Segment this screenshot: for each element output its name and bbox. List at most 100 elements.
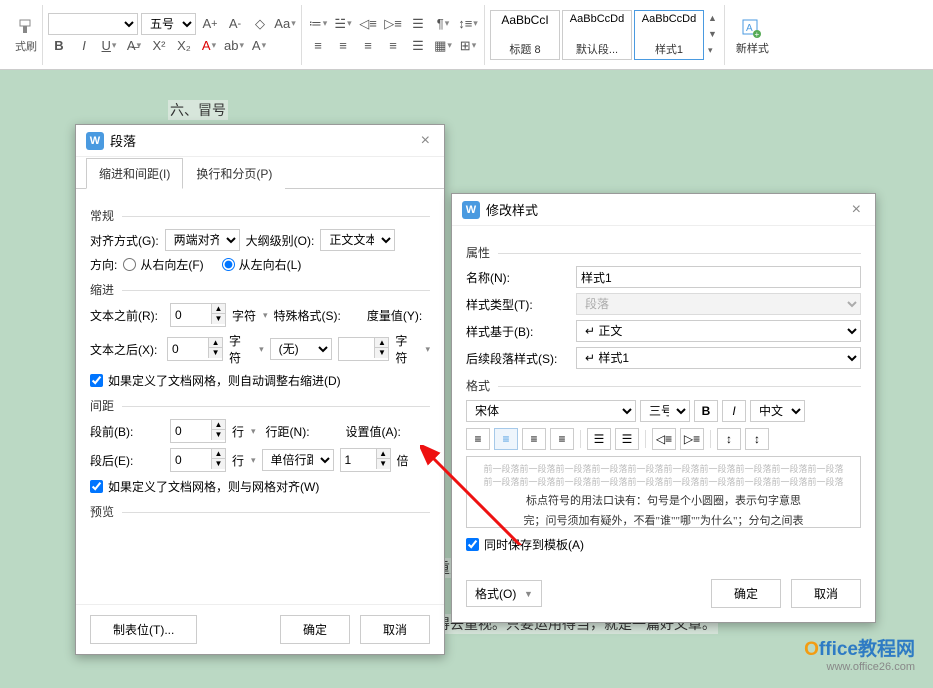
shading-icon[interactable]: ▦▾ xyxy=(432,35,454,57)
strike-icon[interactable]: A̶▾ xyxy=(123,35,145,57)
distribute-icon[interactable]: ☰ xyxy=(407,35,429,57)
align-center-icon[interactable]: ≡ xyxy=(332,35,354,57)
alignment-select[interactable]: 两端对齐 xyxy=(165,229,240,251)
format-painter-label: 式刷 xyxy=(15,38,37,54)
bullets-icon[interactable]: ≔▾ xyxy=(307,13,329,35)
char-border-icon[interactable]: A▾ xyxy=(248,35,270,57)
numbering-icon[interactable]: ☱▾ xyxy=(332,13,354,35)
style-preview-box: 前一段落前一段落前一段落前一段落前一段落前一段落前一段落前一段落前一段落前一段落… xyxy=(466,456,861,528)
direction-ltr-radio[interactable]: 从左向右(L) xyxy=(222,256,302,273)
increase-indent-icon[interactable]: ▷≡ xyxy=(382,13,404,35)
superscript-icon[interactable]: X² xyxy=(148,35,170,57)
italic-icon[interactable]: I xyxy=(73,35,95,57)
tab-line-page[interactable]: 换行和分页(P) xyxy=(183,158,285,189)
line-spacing-icon[interactable]: ↕≡▾ xyxy=(457,13,479,35)
indent-left-button[interactable]: ◁≡ xyxy=(652,428,676,450)
outline-label: 大纲级别(O): xyxy=(246,232,315,249)
style-type-select: 段落 xyxy=(576,293,861,315)
special-format-select[interactable]: (无) xyxy=(270,338,333,360)
underline-icon[interactable]: U▾ xyxy=(98,35,120,57)
align-left-button[interactable]: ≡ xyxy=(466,428,490,450)
format-dropdown-button[interactable]: 格式(O) ▼ xyxy=(466,580,542,607)
clear-format-icon[interactable]: ◇ xyxy=(249,13,271,35)
style-item-style1[interactable]: AaBbCcDd 样式1 xyxy=(634,10,704,60)
font-color-icon[interactable]: A▾ xyxy=(198,35,220,57)
tabs-button[interactable]: 制表位(T)... xyxy=(90,615,197,644)
indent-grid-checkbox[interactable] xyxy=(90,374,103,387)
spacing-grid-checkbox[interactable] xyxy=(90,480,103,493)
spacing-grid-label: 如果定义了文档网格，则与网格对齐(W) xyxy=(108,478,319,495)
para-spacing-inc-button[interactable]: ↕ xyxy=(717,428,741,450)
align-right-button[interactable]: ≡ xyxy=(522,428,546,450)
align-right-icon[interactable]: ≡ xyxy=(357,35,379,57)
indent-right-button[interactable]: ▷≡ xyxy=(680,428,704,450)
font-name-select[interactable]: 宋体 xyxy=(466,400,636,422)
based-on-label: 样式基于(B): xyxy=(466,323,576,340)
dialog-titlebar[interactable]: W 修改样式 × xyxy=(452,194,875,226)
line-spacing-label: 行距(N): xyxy=(266,423,310,440)
italic-button[interactable]: I xyxy=(722,400,746,422)
unit-label: 行 xyxy=(232,423,244,440)
based-on-select[interactable]: ↵ 正文 xyxy=(576,320,861,342)
section-properties: 属性 xyxy=(466,244,861,261)
font-name-select[interactable] xyxy=(48,13,138,35)
show-marks-icon[interactable]: ¶▾ xyxy=(432,13,454,35)
font-size-select[interactable]: 三号 xyxy=(640,400,690,422)
style-item-default[interactable]: AaBbCcDd 默认段... xyxy=(562,10,632,60)
outline-select[interactable]: 正文文本 xyxy=(320,229,395,251)
section-general: 常规 xyxy=(90,207,430,224)
special-format-label: 特殊格式(S): xyxy=(274,307,341,324)
para-spacing-dec-button[interactable]: ↕ xyxy=(745,428,769,450)
bold-icon[interactable]: B xyxy=(48,35,70,57)
style-scroll[interactable]: ▲▼▾ xyxy=(706,10,719,60)
set-value-spinner[interactable]: ▲▼ xyxy=(340,448,391,472)
dialog-titlebar[interactable]: W 段落 × xyxy=(76,125,444,157)
new-style-button[interactable]: A+ 新样式 xyxy=(730,14,775,56)
space-before-spinner[interactable]: ▲▼ xyxy=(170,419,226,443)
svg-text:+: + xyxy=(755,30,760,38)
cancel-button[interactable]: 取消 xyxy=(791,579,861,608)
decrease-indent-icon[interactable]: ◁≡ xyxy=(357,13,379,35)
align-center-button[interactable]: ≡ xyxy=(494,428,518,450)
type-label: 样式类型(T): xyxy=(466,296,576,313)
style-name-input[interactable] xyxy=(576,266,861,288)
cancel-button[interactable]: 取消 xyxy=(360,615,430,644)
align-left-icon[interactable]: ≡ xyxy=(307,35,329,57)
close-icon[interactable]: × xyxy=(417,132,434,150)
font-size-select[interactable]: 五号 xyxy=(141,13,196,35)
close-icon[interactable]: × xyxy=(848,201,865,219)
unit-label: 行 xyxy=(232,452,244,469)
indent-after-spinner[interactable]: ▲▼ xyxy=(167,337,223,361)
increase-font-icon[interactable]: A+ xyxy=(199,13,221,35)
align-justify-icon[interactable]: ≡ xyxy=(382,35,404,57)
change-case-icon[interactable]: Aa▾ xyxy=(274,13,296,35)
subscript-icon[interactable]: X₂ xyxy=(173,35,195,57)
highlight-icon[interactable]: ab▾ xyxy=(223,35,245,57)
dialog-tabs: 缩进和间距(I) 换行和分页(P) xyxy=(76,157,444,189)
unit-label: 倍 xyxy=(397,452,409,469)
measure-spinner[interactable]: ▲▼ xyxy=(338,337,389,361)
unit-label: 字符 xyxy=(229,332,252,366)
line-spacing-loose-button[interactable]: ☰ xyxy=(615,428,639,450)
format-painter-icon[interactable] xyxy=(15,16,37,38)
border-icon[interactable]: ⊞▾ xyxy=(457,35,479,57)
space-after-spinner[interactable]: ▲▼ xyxy=(170,448,226,472)
decrease-font-icon[interactable]: A- xyxy=(224,13,246,35)
style-item-heading8[interactable]: AaBbCcI 标题 8 xyxy=(490,10,560,60)
sort-icon[interactable]: ☰ xyxy=(407,13,429,35)
ok-button[interactable]: 确定 xyxy=(280,615,350,644)
follow-select[interactable]: ↵ 样式1 xyxy=(576,347,861,369)
tab-indent-spacing[interactable]: 缩进和间距(I) xyxy=(86,158,183,189)
bold-button[interactable]: B xyxy=(694,400,718,422)
lang-select[interactable]: 中文 xyxy=(750,400,805,422)
line-spacing-select[interactable]: 单倍行距 xyxy=(262,449,334,471)
align-justify-button[interactable]: ≡ xyxy=(550,428,574,450)
save-template-checkbox[interactable] xyxy=(466,538,479,551)
space-after-label: 段后(E): xyxy=(90,452,164,469)
indent-before-spinner[interactable]: ▲▼ xyxy=(170,303,226,327)
ok-button[interactable]: 确定 xyxy=(711,579,781,608)
style-gallery[interactable]: AaBbCcI 标题 8 AaBbCcDd 默认段... AaBbCcDd 样式… xyxy=(490,10,719,60)
line-spacing-tight-button[interactable]: ☰ xyxy=(587,428,611,450)
modify-style-dialog: W 修改样式 × 属性 名称(N): 样式类型(T): 段落 样式基于(B): … xyxy=(451,193,876,623)
direction-rtl-radio[interactable]: 从右向左(F) xyxy=(123,256,203,273)
